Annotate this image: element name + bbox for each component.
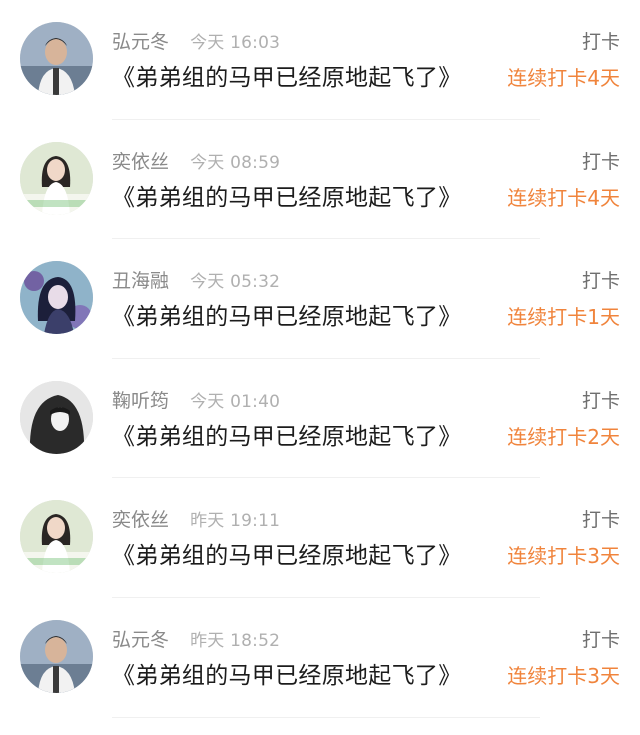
streak-label: 连续打卡4天 xyxy=(507,66,620,90)
female-portrait-icon xyxy=(20,500,93,574)
male-portrait-icon xyxy=(20,619,93,693)
checkin-list: 弘元冬 今天 16:03 打卡 《弟弟组的马甲已经原地起飞了》 连续打卡4天 奕… xyxy=(0,0,640,735)
list-item[interactable]: 弘元冬 昨天 18:52 打卡 《弟弟组的马甲已经原地起飞了》 连续打卡3天 xyxy=(0,598,640,718)
checkin-button[interactable]: 打卡 xyxy=(582,387,620,415)
avatar[interactable] xyxy=(20,261,93,335)
list-item[interactable]: 弘元冬 今天 16:03 打卡 《弟弟组的马甲已经原地起飞了》 连续打卡4天 xyxy=(0,0,640,120)
checkin-button[interactable]: 打卡 xyxy=(582,28,620,56)
timestamp: 昨天 18:52 xyxy=(190,630,281,651)
timestamp: 昨天 19:11 xyxy=(190,511,281,532)
timestamp: 今天 16:03 xyxy=(190,33,281,53)
avatar[interactable] xyxy=(20,619,93,693)
avatar[interactable] xyxy=(20,380,93,454)
item-title[interactable]: 《弟弟组的马甲已经原地起飞了》 xyxy=(112,180,462,216)
item-meta: 弘元冬 昨天 18:52 xyxy=(112,626,280,654)
item-meta: 鞠听筠 今天 01:40 xyxy=(112,387,280,415)
user-name[interactable]: 奕依丝 xyxy=(112,151,169,173)
divider xyxy=(112,716,540,718)
list-item[interactable]: 丑海融 今天 05:32 打卡 《弟弟组的马甲已经原地起飞了》 连续打卡1天 xyxy=(0,239,640,359)
item-meta: 弘元冬 今天 16:03 xyxy=(112,28,280,56)
item-title[interactable]: 《弟弟组的马甲已经原地起飞了》 xyxy=(112,299,462,335)
streak-label: 连续打卡2天 xyxy=(507,424,620,449)
avatar[interactable] xyxy=(20,22,93,95)
streak-label: 连续打卡4天 xyxy=(507,185,620,210)
streak-label: 连续打卡3天 xyxy=(507,544,620,569)
user-name[interactable]: 鞠听筠 xyxy=(112,390,169,412)
user-name[interactable]: 丑海融 xyxy=(112,270,169,292)
streak-label: 连续打卡1天 xyxy=(507,305,620,330)
checkin-button[interactable]: 打卡 xyxy=(582,506,620,534)
list-item[interactable]: 鞠听筠 今天 01:40 打卡 《弟弟组的马甲已经原地起飞了》 连续打卡2天 xyxy=(0,359,640,479)
timestamp: 今天 08:59 xyxy=(190,152,281,173)
item-title[interactable]: 《弟弟组的马甲已经原地起飞了》 xyxy=(112,658,462,694)
hooded-figure-icon xyxy=(20,380,93,454)
user-name[interactable]: 奕依丝 xyxy=(112,509,169,531)
avatar[interactable] xyxy=(20,141,93,215)
user-name[interactable]: 弘元冬 xyxy=(112,31,169,53)
list-item[interactable]: 奕依丝 昨天 19:11 打卡 《弟弟组的马甲已经原地起飞了》 连续打卡3天 xyxy=(0,478,640,598)
list-item[interactable]: 奕依丝 今天 08:59 打卡 《弟弟组的马甲已经原地起飞了》 连续打卡4天 xyxy=(0,120,640,240)
timestamp: 今天 05:32 xyxy=(190,272,281,293)
checkin-button[interactable]: 打卡 xyxy=(582,148,620,176)
item-title[interactable]: 《弟弟组的马甲已经原地起飞了》 xyxy=(112,419,462,455)
item-title[interactable]: 《弟弟组的马甲已经原地起飞了》 xyxy=(112,60,462,96)
avatar[interactable] xyxy=(20,500,93,574)
anime-girl-icon xyxy=(20,261,93,335)
male-portrait-icon xyxy=(20,22,93,95)
item-meta: 丑海融 今天 05:32 xyxy=(112,267,280,295)
checkin-button[interactable]: 打卡 xyxy=(582,267,620,295)
item-meta: 奕依丝 今天 08:59 xyxy=(112,148,280,176)
timestamp: 今天 01:40 xyxy=(190,391,281,412)
streak-label: 连续打卡3天 xyxy=(507,663,620,688)
checkin-button[interactable]: 打卡 xyxy=(582,626,620,654)
user-name[interactable]: 弘元冬 xyxy=(112,629,169,651)
item-title[interactable]: 《弟弟组的马甲已经原地起飞了》 xyxy=(112,538,462,574)
female-portrait-icon xyxy=(20,141,93,215)
item-meta: 奕依丝 昨天 19:11 xyxy=(112,506,280,534)
